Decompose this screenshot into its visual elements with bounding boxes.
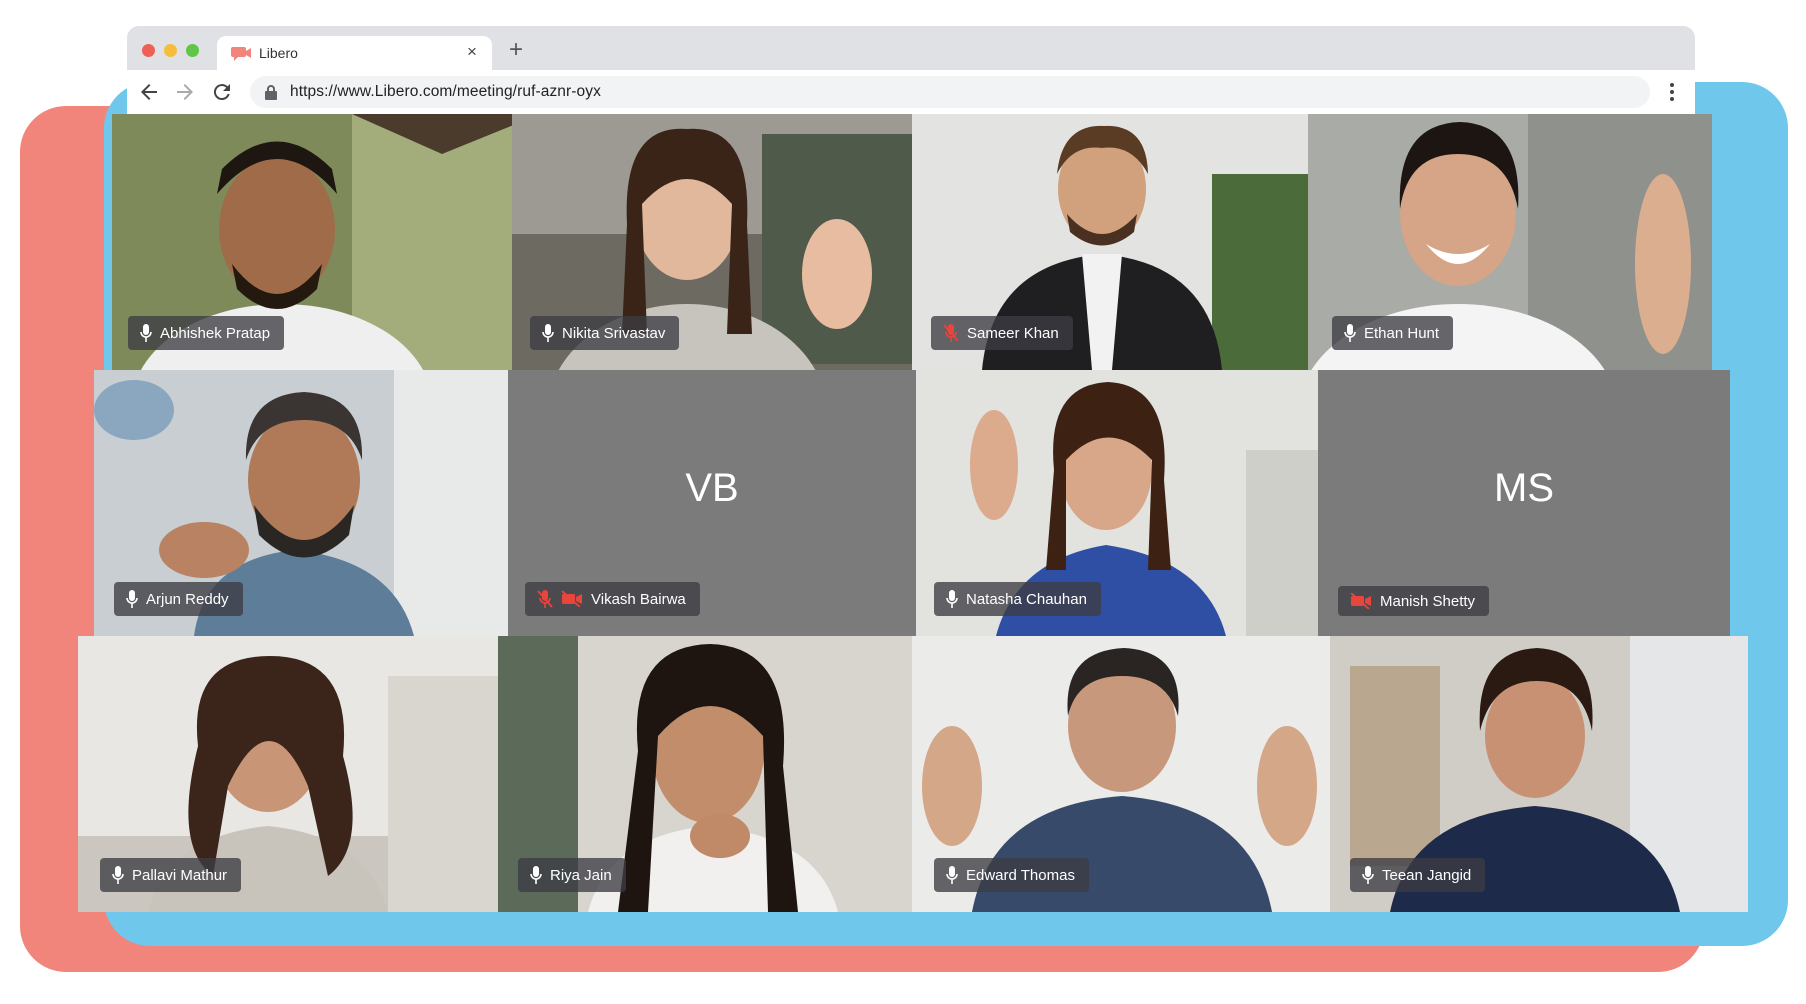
participant-tile[interactable]: Nikita Srivastav <box>512 114 912 370</box>
camera-off-icon <box>1350 593 1371 609</box>
participant-name-badge: Edward Thomas <box>934 858 1089 892</box>
microphone-muted-icon <box>537 590 553 608</box>
microphone-icon <box>1344 324 1356 342</box>
participant-name-badge: Vikash Bairwa <box>525 582 700 616</box>
participant-name: Arjun Reddy <box>146 590 229 608</box>
participant-tile[interactable]: Ethan Hunt <box>1308 114 1712 370</box>
participant-tile[interactable]: MS Manish Shetty <box>1318 370 1730 636</box>
participant-name: Edward Thomas <box>966 866 1075 884</box>
participant-tile[interactable]: Abhishek Pratap <box>112 114 516 370</box>
participant-tile[interactable]: Natasha Chauhan <box>916 370 1318 636</box>
participant-name: Ethan Hunt <box>1364 324 1440 342</box>
participant-grid: Abhishek Pratap Nikita Srivastav Sameer … <box>0 0 1806 1004</box>
participant-tile[interactable]: VB Vikash Bairwa <box>508 370 916 636</box>
microphone-icon <box>530 866 542 884</box>
participant-tile[interactable]: Teean Jangid <box>1330 636 1748 912</box>
participant-name: Manish Shetty <box>1380 592 1476 610</box>
microphone-icon <box>126 590 138 608</box>
microphone-icon <box>1362 866 1374 884</box>
participant-tile[interactable]: Riya Jain <box>498 636 912 912</box>
participant-tile[interactable]: Arjun Reddy <box>94 370 508 636</box>
microphone-icon <box>946 866 958 884</box>
participant-name-badge: Teean Jangid <box>1350 858 1486 892</box>
participant-name: Teean Jangid <box>1382 866 1472 884</box>
participant-name-badge: Natasha Chauhan <box>934 582 1101 616</box>
participant-name: Abhishek Pratap <box>160 324 271 342</box>
participant-name: Sameer Khan <box>967 324 1059 342</box>
participant-tile[interactable]: Sameer Khan <box>912 114 1312 370</box>
participant-name-badge: Abhishek Pratap <box>128 316 285 350</box>
participant-name-badge: Arjun Reddy <box>114 582 243 616</box>
microphone-icon <box>946 590 958 608</box>
participant-name-badge: Nikita Srivastav <box>530 316 680 350</box>
participant-name: Pallavi Mathur <box>132 866 228 884</box>
participant-name-badge: Pallavi Mathur <box>100 858 242 892</box>
participant-name: Riya Jain <box>550 866 612 884</box>
participant-tile[interactable]: Edward Thomas <box>912 636 1330 912</box>
participant-name-badge: Ethan Hunt <box>1332 316 1454 350</box>
participant-name-badge: Sameer Khan <box>931 316 1073 350</box>
participant-name-badge: Riya Jain <box>518 858 626 892</box>
participant-name-badge: Manish Shetty <box>1338 586 1490 616</box>
camera-off-icon <box>561 591 582 607</box>
participant-name: Vikash Bairwa <box>591 590 686 608</box>
participant-tile[interactable]: Pallavi Mathur <box>78 636 498 912</box>
microphone-icon <box>542 324 554 342</box>
microphone-muted-icon <box>943 324 959 342</box>
microphone-icon <box>112 866 124 884</box>
participant-name: Natasha Chauhan <box>966 590 1087 608</box>
microphone-icon <box>140 324 152 342</box>
participant-name: Nikita Srivastav <box>562 324 666 342</box>
